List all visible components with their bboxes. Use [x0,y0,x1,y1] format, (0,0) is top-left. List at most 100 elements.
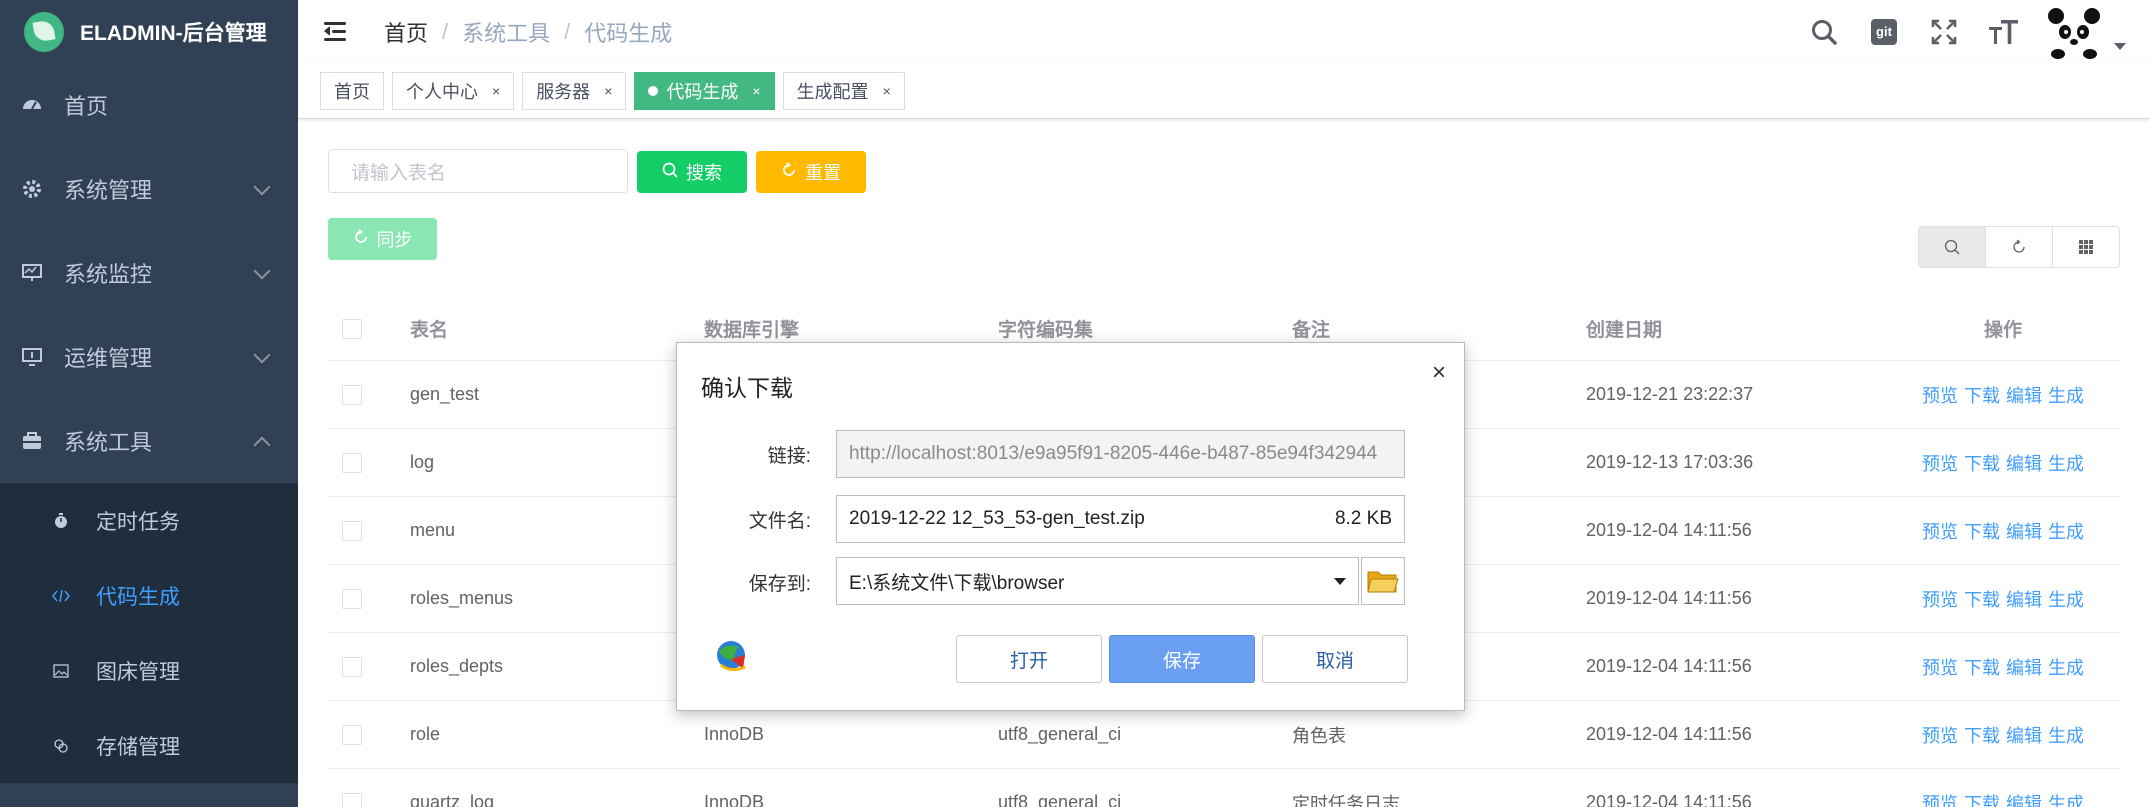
download-link[interactable]: 下载 [1964,522,2000,542]
download-link[interactable]: 下载 [1964,590,2000,610]
download-link[interactable]: 下载 [1964,454,2000,474]
table-toolbar [1918,226,2120,268]
caret-down-icon[interactable] [2114,43,2126,50]
generate-link[interactable]: 生成 [2048,658,2084,678]
sidebar-item-ops[interactable]: 运维管理 [0,315,298,399]
cell-create-date: 2019-12-04 14:11:56 [1586,724,1752,744]
file-size: 8.2 KB [1334,508,1392,529]
tag-label: 首页 [334,81,370,102]
sidebar-item-system[interactable]: 系统管理 [0,147,298,231]
download-link[interactable]: 下载 [1964,658,2000,678]
sidebar-item-label: 运维管理 [64,346,153,371]
saveto-label: 保存到: [748,574,811,595]
generate-link[interactable]: 生成 [2048,726,2084,746]
tag-home[interactable]: 首页 [320,71,384,110]
logo[interactable]: ELADMIN-后台管理 [0,0,298,63]
filename-field[interactable]: 2019-12-22 12_53_53-gen_test.zip 8.2 KB [836,495,1405,543]
preview-link[interactable]: 预览 [1922,726,1958,746]
edit-link[interactable]: 编辑 [2006,658,2042,678]
search-input[interactable]: 请输入表名 [328,149,628,193]
breadcrumb-item[interactable]: 首页 [384,16,428,48]
row-checkbox[interactable] [342,588,362,609]
cell-create-date: 2019-12-04 14:11:56 [1586,792,1752,807]
sidebar-item-label: 系统管理 [64,178,153,203]
preview-link[interactable]: 预览 [1922,658,1958,678]
saveto-select[interactable]: E:\系统文件\下载\browser [836,557,1359,605]
preview-link[interactable]: 预览 [1922,454,1958,474]
close-icon[interactable]: × [604,83,612,99]
refresh-icon [2013,239,2025,253]
row-checkbox[interactable] [342,724,362,745]
close-icon[interactable]: × [492,83,500,99]
sidebar-subitem-label: 代码生成 [96,585,180,609]
column-header: 字符编码集 [998,320,1094,341]
column-header: 操作 [1983,320,2022,341]
reset-button[interactable]: 重置 [756,151,866,193]
cell-table-name: roles_menus [410,588,514,608]
columns-button[interactable] [2053,227,2119,267]
sidebar-item-tools[interactable]: 系统工具 [0,399,298,483]
edit-link[interactable]: 编辑 [2006,726,2042,746]
hamburger-icon[interactable] [324,21,350,43]
cell-actions: 预览 下载 编辑 生成 [1886,722,2120,748]
app-title: ELADMIN-后台管理 [80,21,267,45]
preview-link[interactable]: 预览 [1922,386,1958,406]
edit-link[interactable]: 编辑 [2006,454,2042,474]
cell-charset: utf8_general_ci [998,724,1122,744]
cell-actions: 预览 下载 编辑 生成 [1886,586,2120,612]
toggle-search-button[interactable] [1919,227,1986,267]
row-checkbox[interactable] [342,520,362,541]
generate-link[interactable]: 生成 [2048,794,2084,807]
edit-link[interactable]: 编辑 [2006,522,2042,542]
sync-button[interactable]: 同步 [328,218,437,260]
save-button[interactable]: 保存 [1109,635,1255,683]
generate-link[interactable]: 生成 [2048,454,2084,474]
generate-link[interactable]: 生成 [2048,522,2084,542]
tag-profile[interactable]: 个人中心 × [392,71,515,110]
row-checkbox[interactable] [342,384,362,405]
sidebar-item-timer[interactable]: 定时任务 [0,483,298,558]
edit-link[interactable]: 编辑 [2006,386,2042,406]
preview-link[interactable]: 预览 [1922,590,1958,610]
browse-folder-button[interactable] [1361,557,1405,605]
row-checkbox[interactable] [342,452,362,473]
git-icon[interactable]: git [1854,0,1914,63]
tag-server[interactable]: 服务器 × [522,71,627,110]
link-value: http://localhost:8013/e9a95f91-8205-446e… [849,443,1378,464]
tag-codegen[interactable]: 代码生成 × [634,71,775,110]
edit-link[interactable]: 编辑 [2006,794,2042,807]
close-icon[interactable]: × [752,83,760,99]
sidebar-item-monitor[interactable]: 系统监控 [0,231,298,315]
cancel-button[interactable]: 取消 [1262,635,1408,683]
search-button[interactable]: 搜索 [637,151,747,193]
sidebar-item-images[interactable]: 图床管理 [0,633,298,708]
download-link[interactable]: 下载 [1964,726,2000,746]
download-link[interactable]: 下载 [1964,386,2000,406]
row-checkbox[interactable] [342,656,362,677]
download-link[interactable]: 下载 [1964,794,2000,807]
select-all-checkbox[interactable] [342,318,362,339]
cell-actions: 预览 下载 编辑 生成 [1886,790,2120,807]
close-icon[interactable]: × [883,83,891,99]
row-checkbox[interactable] [342,792,362,807]
tag-gen-config[interactable]: 生成配置 × [782,71,905,110]
sidebar-item-storage[interactable]: 存储管理 [0,708,298,783]
avatar[interactable] [2044,4,2104,60]
edit-link[interactable]: 编辑 [2006,590,2042,610]
sidebar-item-home[interactable]: 首页 [0,63,298,147]
git-label: git [1871,18,1897,45]
generate-link[interactable]: 生成 [2048,386,2084,406]
refresh-table-button[interactable] [1986,227,2053,267]
generate-link[interactable]: 生成 [2048,590,2084,610]
cell-table-name: roles_depts [410,656,504,676]
preview-link[interactable]: 预览 [1922,794,1958,807]
download-manager-logo-icon [713,639,753,675]
open-button[interactable]: 打开 [956,635,1102,683]
fullscreen-icon[interactable] [1914,0,1974,63]
close-icon[interactable]: × [1432,359,1446,387]
search-icon[interactable] [1794,0,1854,63]
nav-right: git [1794,0,2150,63]
sidebar-item-codegen[interactable]: 代码生成 [0,558,298,633]
font-size-icon[interactable] [1974,0,2034,63]
preview-link[interactable]: 预览 [1922,522,1958,542]
